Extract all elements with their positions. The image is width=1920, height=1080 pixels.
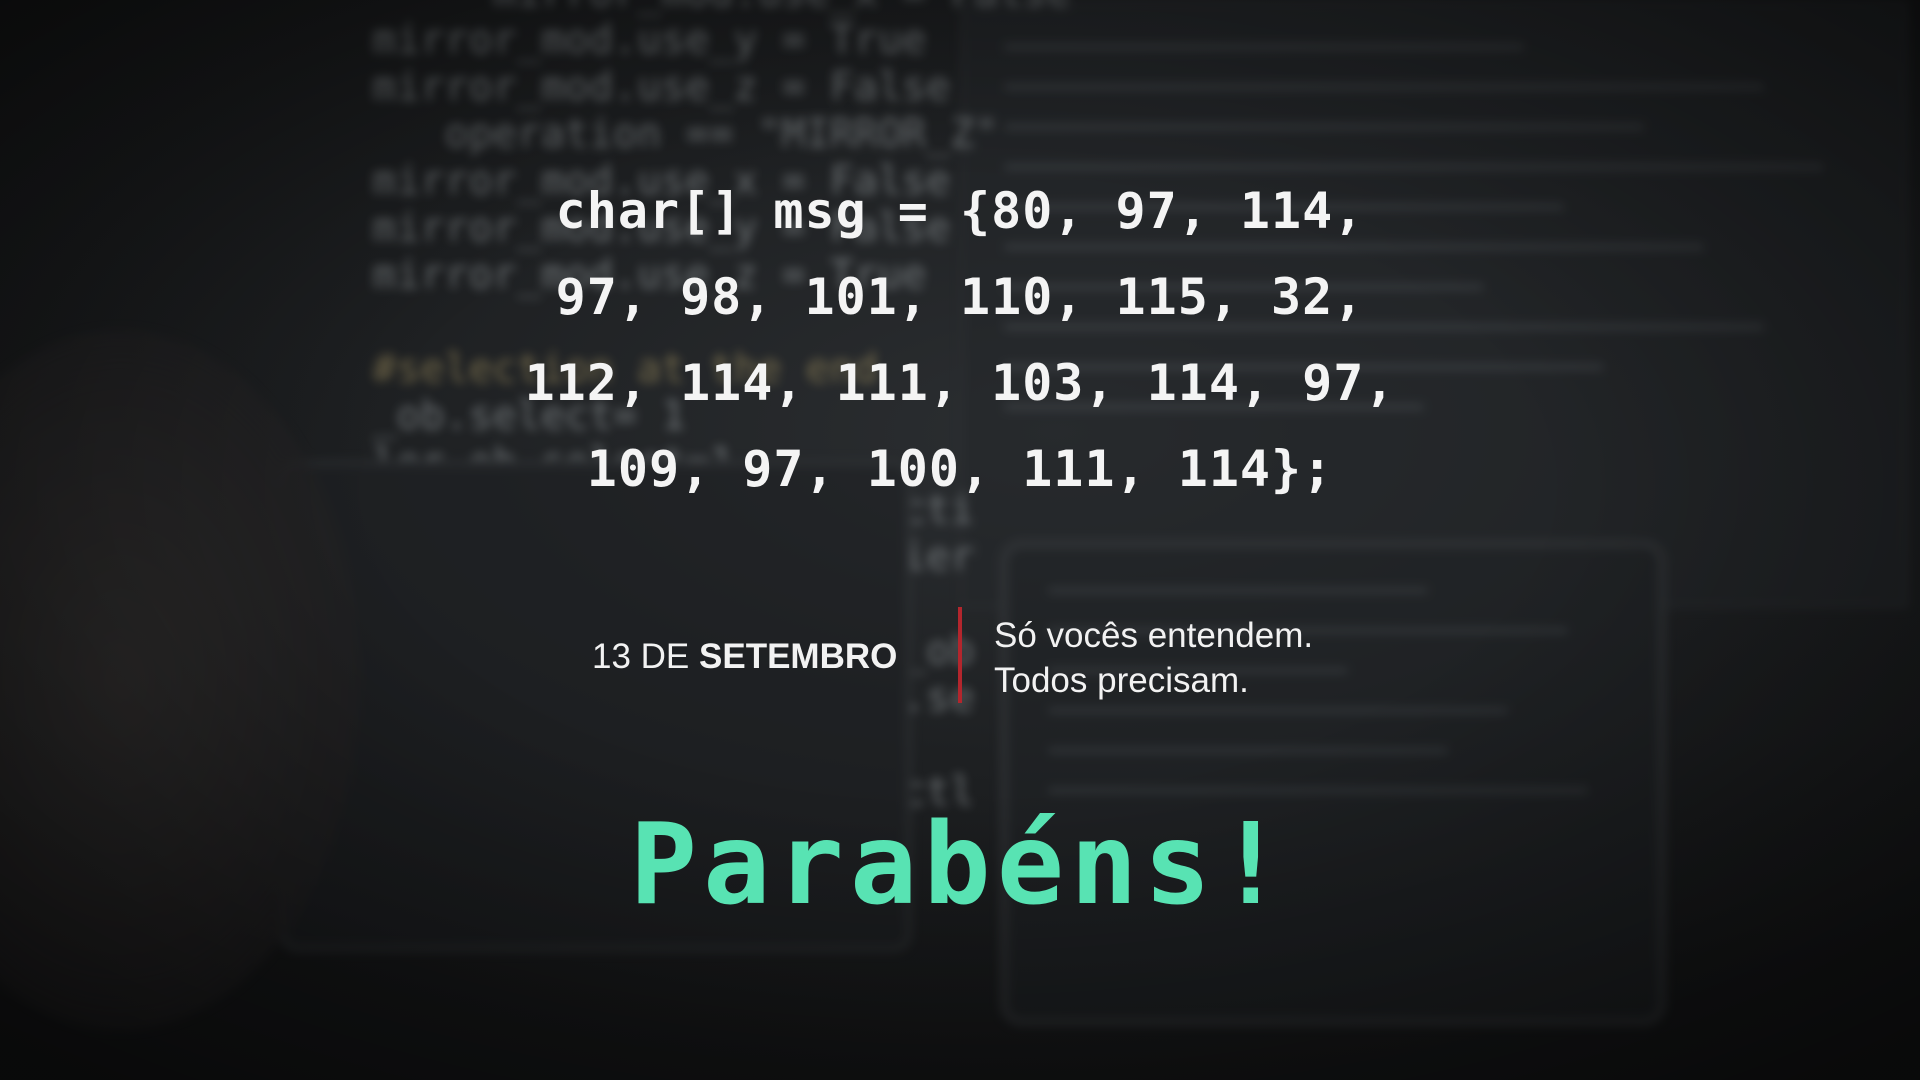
date-label: 13 DE SETEMBRO — [592, 637, 897, 677]
code-line: 97, 98, 101, 110, 115, 32, — [555, 268, 1365, 326]
tagline: Só vocês entendem. Todos precisam. — [994, 613, 1313, 703]
date-row: 13 DE SETEMBRO Só vocês entendem. Todos … — [0, 607, 1920, 707]
code-line: 112, 114, 111, 103, 114, 97, — [524, 354, 1396, 412]
code-message: char[] msg = {80, 97, 114, 97, 98, 101, … — [0, 168, 1920, 512]
code-line: char[] msg = {80, 97, 114, — [555, 182, 1365, 240]
date-day: 13 DE — [592, 637, 690, 676]
date-month: SETEMBRO — [699, 637, 898, 676]
red-divider — [958, 607, 962, 703]
tagline-line-2: Todos precisam. — [994, 661, 1249, 700]
tagline-line-1: Só vocês entendem. — [994, 616, 1314, 655]
code-line: 109, 97, 100, 111, 114}; — [586, 440, 1334, 498]
banner: mirror_mod.use_x = False mirror_mod.use_… — [0, 0, 1920, 1080]
headline-congrats: Parabéns! — [629, 800, 1291, 930]
